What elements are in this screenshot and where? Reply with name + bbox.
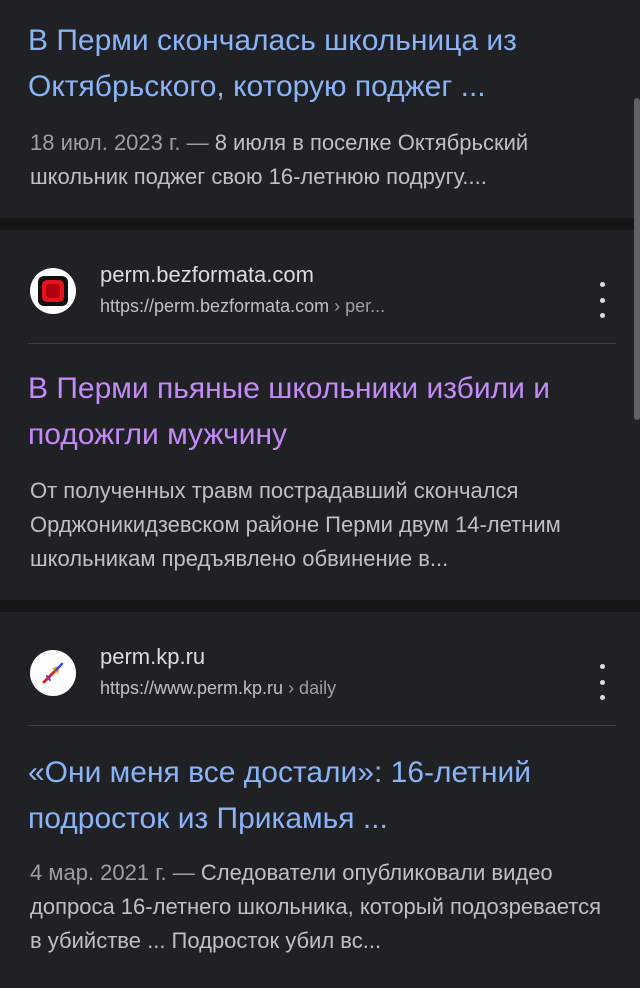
divider	[28, 343, 616, 344]
site-url: https://www.perm.kp.ru › daily	[100, 676, 336, 700]
result-date: 4 мар. 2021 г. —	[30, 860, 201, 885]
result-card: perm.bezformata.com https://perm.bezform…	[0, 230, 640, 600]
divider	[28, 725, 616, 726]
result-snippet: 4 мар. 2021 г. — Следователи опубликовал…	[30, 856, 614, 958]
site-url-path: › daily	[283, 678, 337, 698]
result-title-link[interactable]: «Они меня все достали»: 16-летний подрос…	[28, 750, 616, 842]
site-url: https://perm.bezformata.com › per...	[100, 294, 385, 318]
result-date: 18 июл. 2023 г. —	[30, 130, 215, 155]
site-name: perm.kp.ru	[100, 644, 206, 669]
result-card: perm.kp.ru https://www.perm.kp.ru › dail…	[0, 612, 640, 988]
more-options-icon[interactable]	[594, 664, 610, 700]
site-url-host: https://perm.bezformata.com	[100, 296, 330, 316]
bezformata-logo-icon	[30, 268, 76, 314]
result-card: В Перми скончалась школьница из Октябрьс…	[0, 0, 640, 218]
site-url-path: › per...	[329, 296, 386, 316]
more-options-icon[interactable]	[594, 282, 610, 318]
kp-logo-icon	[30, 650, 76, 696]
scrollbar[interactable]	[634, 98, 640, 420]
search-results-page: В Перми скончалась школьница из Октябрьс…	[0, 0, 640, 988]
result-source[interactable]: perm.kp.ru https://www.perm.kp.ru › dail…	[28, 638, 616, 708]
site-name: perm.bezformata.com	[100, 262, 314, 287]
result-title-link[interactable]: В Перми скончалась школьница из Октябрьс…	[28, 18, 616, 110]
result-snippet: От полученных травм пострадавший скончал…	[30, 478, 561, 571]
result-title-link[interactable]: В Перми пьяные школьники избили и подожг…	[28, 366, 616, 458]
result-snippet: 18 июл. 2023 г. — 8 июля в поселке Октяб…	[30, 126, 614, 194]
site-url-host: https://www.perm.kp.ru	[100, 678, 284, 698]
result-source[interactable]: perm.bezformata.com https://perm.bezform…	[28, 256, 616, 326]
